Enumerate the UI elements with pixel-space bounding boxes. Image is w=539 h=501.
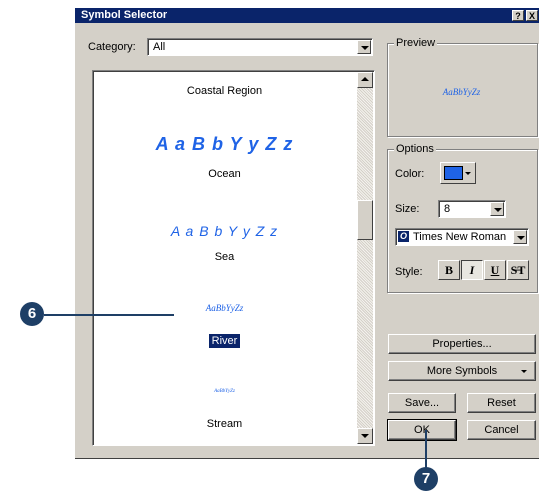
symbol-name: Ocean [208, 168, 241, 180]
list-item[interactable]: River [93, 334, 356, 348]
symbol-name-selected: River [208, 334, 241, 348]
preview-group: Preview AaBbYyZz [387, 37, 538, 137]
category-label: Category: [88, 41, 136, 53]
list-scrollbar[interactable] [357, 72, 373, 444]
cancel-button[interactable]: Cancel [467, 420, 536, 440]
symbol-name: Sea [214, 251, 235, 263]
preview-label: Preview [394, 37, 438, 49]
italic-button[interactable]: I [461, 260, 483, 280]
arrow-down-icon [361, 434, 369, 438]
reset-button[interactable]: Reset [467, 393, 536, 413]
options-group: Options Color: Size: 8 O Times New Roman… [387, 143, 538, 293]
list-item[interactable]: Stream [93, 418, 356, 430]
dialog-title: Symbol Selector [81, 9, 168, 21]
callout-6-badge: 6 [20, 302, 44, 326]
chevron-down-icon[interactable] [357, 40, 371, 54]
symbol-name: Stream [206, 418, 243, 430]
symbol-selector-dialog: Symbol Selector ? X Category: All Coasta… [74, 7, 539, 458]
chevron-down-icon[interactable] [490, 202, 504, 216]
list-item[interactable]: Ocean [93, 168, 356, 180]
chevron-down-icon [521, 370, 527, 373]
strikethrough-button[interactable]: S̶T [507, 260, 529, 280]
font-dropdown[interactable]: O Times New Roman [395, 228, 529, 246]
opentype-font-icon: O [398, 231, 409, 242]
scroll-up-button[interactable] [357, 72, 373, 88]
ok-button[interactable]: OK [387, 419, 457, 441]
callout-7-leader [425, 430, 427, 470]
chevron-down-icon [465, 172, 471, 175]
symbol-sample: AaBbYyZz [214, 389, 235, 394]
callout-6-leader [44, 314, 174, 316]
arrow-up-icon [361, 77, 369, 81]
save-button[interactable]: Save... [388, 393, 456, 413]
title-bar[interactable]: Symbol Selector ? X [75, 8, 539, 23]
bold-button[interactable]: B [438, 260, 460, 280]
style-buttons: B I U S̶T [438, 260, 532, 280]
color-picker-button[interactable] [440, 162, 476, 184]
size-dropdown[interactable]: 8 [438, 200, 506, 218]
size-value: 8 [444, 203, 451, 215]
category-value: All [153, 41, 166, 53]
size-label: Size: [395, 203, 420, 215]
more-symbols-label: More Symbols [426, 365, 498, 377]
options-label: Options [394, 143, 436, 155]
symbol-sample: A a B b Y y Z z [155, 134, 294, 154]
style-label: Style: [395, 266, 423, 278]
scroll-thumb[interactable] [357, 200, 373, 240]
close-icon[interactable]: X [526, 10, 538, 21]
underline-button[interactable]: U [484, 260, 506, 280]
symbol-sample: AaBbYyZz [205, 303, 244, 313]
list-item[interactable]: Sea [93, 251, 356, 263]
chevron-down-icon[interactable] [513, 230, 527, 244]
symbol-name: Coastal Region [186, 85, 263, 97]
more-symbols-button[interactable]: More Symbols [388, 361, 536, 381]
symbol-sample: A a B b Y y Z z [170, 223, 279, 239]
font-value: Times New Roman [413, 231, 507, 243]
color-label: Color: [395, 168, 425, 180]
preview-sample: AaBbYyZz [390, 52, 533, 132]
list-item[interactable]: Coastal Region [93, 85, 356, 97]
category-dropdown[interactable]: All [147, 38, 373, 56]
symbol-list[interactable]: Coastal Region A a B b Y y Z z Ocean A a… [92, 70, 375, 446]
color-swatch [444, 166, 463, 180]
scroll-down-button[interactable] [357, 428, 373, 444]
callout-7-badge: 7 [414, 467, 438, 491]
help-icon[interactable]: ? [512, 10, 524, 21]
properties-button[interactable]: Properties... [388, 334, 536, 354]
